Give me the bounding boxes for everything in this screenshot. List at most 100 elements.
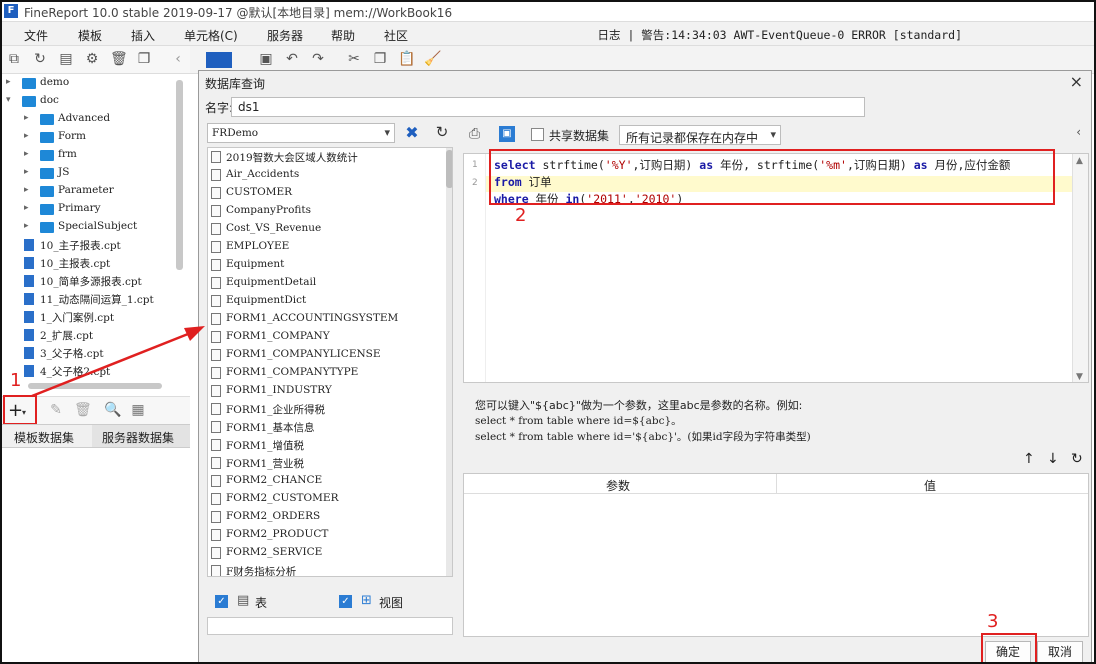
table-list-item[interactable]: FORM1_企业所得税	[208, 400, 444, 418]
memory-mode-select[interactable]: 所有记录都保存在内存中 ▾	[619, 125, 781, 145]
table-filter-input[interactable]	[207, 617, 453, 635]
tab-template-datasets[interactable]: 模板数据集	[14, 429, 74, 446]
tree-folder[interactable]: ▾ doc	[0, 92, 186, 110]
undo-icon[interactable]: ↶	[284, 51, 300, 67]
tree-file[interactable]: 1_入门案例.cpt	[0, 308, 186, 326]
table-list-item[interactable]: CUSTOMER	[208, 184, 444, 202]
table-list-item[interactable]: FORM1_COMPANYTYPE	[208, 364, 444, 382]
tree-folder[interactable]: ▸ JS	[0, 164, 186, 182]
table-list-item[interactable]: F财务指标分析	[208, 562, 444, 576]
chevron-right-icon[interactable]: ▸	[24, 131, 29, 141]
log-status[interactable]: 日志 | 警告:14:34:03 AWT-EventQueue-0 ERROR …	[598, 27, 962, 43]
tree-folder[interactable]: ▸ Advanced	[0, 110, 186, 128]
format-brush-icon[interactable]	[206, 52, 232, 68]
tree-file[interactable]: 10_主报表.cpt	[0, 254, 186, 272]
share-dataset-checkbox[interactable]	[531, 128, 544, 141]
menu-insert[interactable]: 插入	[131, 27, 155, 44]
chevron-right-icon[interactable]: ▸	[24, 167, 29, 177]
table-list-item[interactable]: FORM1_基本信息	[208, 418, 444, 436]
tree-file[interactable]: 11_动态隔间运算_1.cpt	[0, 290, 186, 308]
menu-help[interactable]: 帮助	[331, 27, 355, 44]
tree-folder[interactable]: ▸ SpecialSubject	[0, 218, 186, 236]
table-list-item[interactable]: Equipment	[208, 256, 444, 274]
tree-file[interactable]: 10_简单多源报表.cpt	[0, 272, 186, 290]
chevron-right-icon[interactable]: ▸	[6, 77, 11, 87]
table-list-item[interactable]: FORM1_ACCOUNTINGSYSTEM	[208, 310, 444, 328]
edit-icon[interactable]: ✎	[48, 402, 64, 418]
tree-horizontal-scrollbar[interactable]	[28, 383, 162, 389]
table-list-scrollbar[interactable]	[446, 148, 452, 576]
copy-icon[interactable]: ❐	[136, 51, 152, 67]
copy-cell-icon[interactable]: ❐	[372, 51, 388, 67]
table-list-item[interactable]: Air_Accidents	[208, 166, 444, 184]
table-list-item[interactable]: FORM2_CHANCE	[208, 472, 444, 490]
dataset-name-input[interactable]: ds1	[231, 97, 865, 117]
chevron-right-icon[interactable]: ▸	[24, 149, 29, 159]
cut-icon[interactable]: ✂	[346, 51, 362, 67]
refresh-params-icon[interactable]: ↻	[1071, 451, 1083, 467]
chevron-right-icon[interactable]: ▸	[24, 203, 29, 213]
connection-settings-icon[interactable]: ✖	[401, 123, 423, 143]
tree-folder[interactable]: ▸ demo	[0, 74, 186, 92]
table-list-item[interactable]: FORM2_SERVICE	[208, 544, 444, 562]
tree-scrollbar[interactable]	[176, 80, 183, 270]
tree-file[interactable]: 10_主子报表.cpt	[0, 236, 186, 254]
table-list-item[interactable]: CompanyProfits	[208, 202, 444, 220]
save-query-icon[interactable]: ▣	[499, 126, 515, 142]
chevron-right-icon[interactable]: ▸	[24, 113, 29, 123]
table-list-item[interactable]: FORM1_INDUSTRY	[208, 382, 444, 400]
table-list-item[interactable]: Cost_VS_Revenue	[208, 220, 444, 238]
chevron-right-icon[interactable]: ▸	[24, 185, 29, 195]
properties-icon[interactable]: ▤	[58, 51, 74, 67]
close-icon[interactable]: ×	[1070, 72, 1083, 91]
connection-select[interactable]: FRDemo ▾	[207, 123, 395, 143]
cancel-button[interactable]: 取消	[1037, 641, 1083, 663]
menu-template[interactable]: 模板	[78, 27, 102, 44]
tree-folder[interactable]: ▸ frm	[0, 146, 186, 164]
menu-community[interactable]: 社区	[384, 27, 408, 44]
chevron-right-icon[interactable]: ▸	[24, 221, 29, 231]
dataset-settings-icon[interactable]: ▦	[130, 402, 146, 418]
tree-file[interactable]: 4_父子格2.cpt	[0, 362, 186, 380]
settings-icon[interactable]: ⚙	[84, 51, 100, 67]
table-list-item[interactable]: FORM2_ORDERS	[208, 508, 444, 526]
show-tables-checkbox[interactable]: ✓	[215, 595, 228, 608]
preview-icon[interactable]: ⎙	[469, 126, 480, 142]
table-list-item[interactable]: FORM2_PRODUCT	[208, 526, 444, 544]
tree-folder[interactable]: ▸ Form	[0, 128, 186, 146]
table-list-item[interactable]: EquipmentDetail	[208, 274, 444, 292]
move-up-icon[interactable]: ↑	[1023, 451, 1035, 467]
menu-file[interactable]: 文件	[24, 27, 48, 44]
clear-icon[interactable]: 🧹	[424, 51, 441, 67]
table-list-item[interactable]: FORM1_营业税	[208, 454, 444, 472]
chevron-down-icon[interactable]: ▾	[6, 95, 11, 105]
delete-dataset-icon[interactable]: 🗑	[74, 402, 92, 418]
tab-server-datasets[interactable]: 服务器数据集	[102, 429, 174, 446]
menu-cell[interactable]: 单元格(C)	[184, 27, 238, 44]
table-list-item[interactable]: 2019智数大会区域人数统计	[208, 148, 444, 166]
save-icon[interactable]: ▣	[258, 51, 274, 67]
collapse-panel-icon[interactable]: ‹	[170, 51, 186, 67]
refresh-icon[interactable]: ↻	[32, 51, 48, 67]
menu-server[interactable]: 服务器	[267, 27, 303, 44]
table-list-item[interactable]: FORM1_COMPANYLICENSE	[208, 346, 444, 364]
table-list-item[interactable]: FORM1_增值税	[208, 436, 444, 454]
collapse-icon[interactable]: ‹	[1076, 125, 1081, 139]
table-list-item[interactable]: FORM1_COMPANY	[208, 328, 444, 346]
redo-icon[interactable]: ↷	[310, 51, 326, 67]
table-list-item[interactable]: EquipmentDict	[208, 292, 444, 310]
table-list-item[interactable]: FORM2_CUSTOMER	[208, 490, 444, 508]
refresh-icon[interactable]: ↻	[431, 123, 453, 143]
paste-icon[interactable]: 📋	[398, 51, 415, 67]
new-folder-icon[interactable]: ⧉	[6, 51, 22, 67]
tree-folder[interactable]: ▸ Parameter	[0, 182, 186, 200]
preview-icon[interactable]: 🔍	[104, 402, 121, 418]
move-down-icon[interactable]: ↓	[1047, 451, 1059, 467]
tree-file[interactable]: 3_父子格.cpt	[0, 344, 186, 362]
show-views-checkbox[interactable]: ✓	[339, 595, 352, 608]
delete-icon[interactable]: 🗑	[110, 51, 128, 67]
table-list-item[interactable]: EMPLOYEE	[208, 238, 444, 256]
tree-folder[interactable]: ▸ Primary	[0, 200, 186, 218]
tree-file[interactable]: 2_扩展.cpt	[0, 326, 186, 344]
sql-scrollbar[interactable]: ▲ ▼	[1072, 154, 1088, 382]
